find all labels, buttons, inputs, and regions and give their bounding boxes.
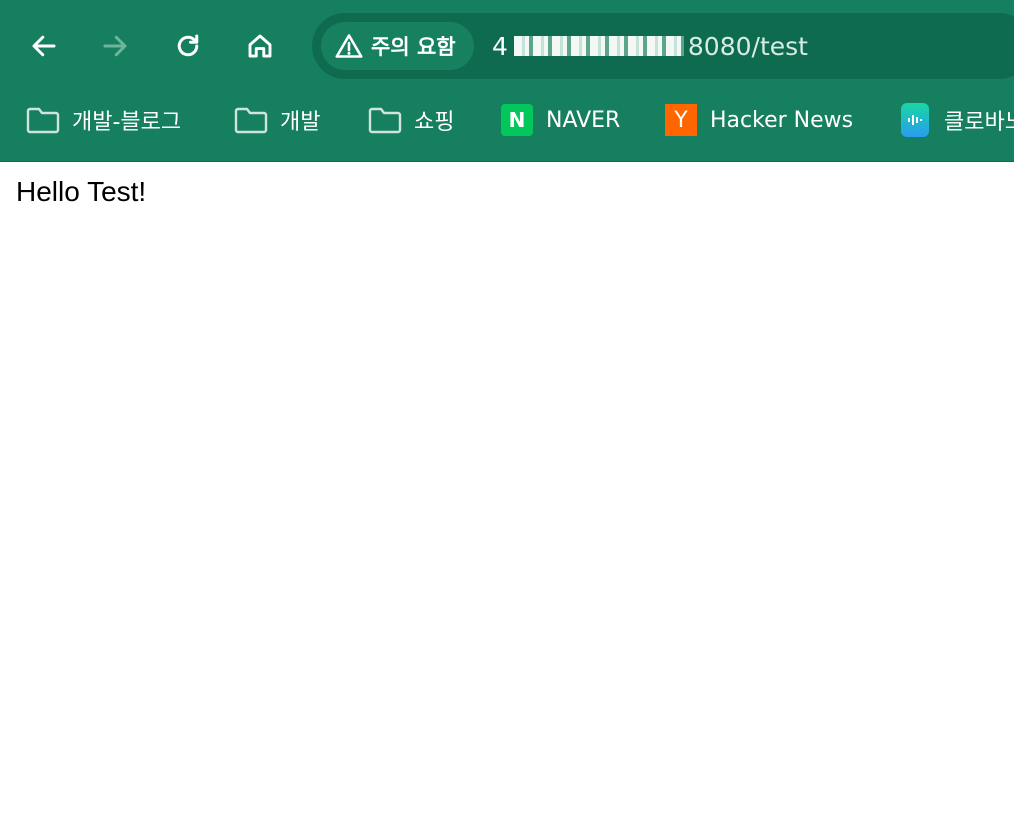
bookmark-folder-dev[interactable]: 개발: [234, 96, 320, 144]
bookmark-hacker-news[interactable]: Y Hacker News: [664, 96, 853, 144]
browser-toolbar: 주의 요함 4 8080 /test: [0, 10, 1014, 82]
forward-button[interactable]: [95, 26, 135, 66]
bookmark-label: 쇼핑: [414, 110, 455, 135]
bookmarks-bar: 개발-블로그 개발 쇼핑 N NAVER Y Hacker News 클로바: [0, 96, 1014, 144]
address-bar[interactable]: 주의 요함 4 8080 /test: [312, 13, 1014, 79]
bookmark-label: 개발-블로그: [72, 110, 182, 135]
bookmark-label: 개발: [280, 110, 321, 135]
page-body-text: Hello Test!: [16, 176, 147, 207]
bookmark-clova-note[interactable]: 클로바노: [898, 96, 1014, 144]
arrow-left-icon: [32, 35, 56, 57]
bookmark-label: 클로바노: [944, 110, 1014, 135]
hacker-news-logo-icon: Y: [664, 103, 698, 137]
security-label: 주의 요함: [371, 35, 456, 59]
security-indicator-button[interactable]: 주의 요함: [321, 22, 474, 70]
bookmark-naver[interactable]: N NAVER: [500, 96, 620, 144]
reload-icon: [177, 34, 199, 57]
bookmark-label: Hacker News: [710, 107, 854, 133]
url-path: /test: [751, 31, 808, 61]
redacted-url-segment: [513, 36, 684, 56]
naver-logo-icon: N: [500, 103, 534, 137]
bookmark-label: NAVER: [546, 107, 621, 133]
bookmark-folder-shopping[interactable]: 쇼핑: [368, 96, 454, 144]
home-button[interactable]: [240, 26, 280, 66]
url-text[interactable]: 4 8080 /test: [492, 13, 808, 79]
clova-note-logo-icon: [898, 103, 932, 137]
bookmark-folder-dev-blog[interactable]: 개발-블로그: [26, 96, 181, 144]
warning-triangle-icon: [335, 33, 363, 59]
page-content: Hello Test!: [0, 162, 1014, 818]
arrow-right-icon: [103, 35, 127, 57]
back-button[interactable]: [24, 26, 64, 66]
browser-chrome: 주의 요함 4 8080 /test 개발-블로그 개발 쇼핑 N NAVER …: [0, 0, 1014, 162]
folder-icon: [26, 103, 60, 137]
reload-button[interactable]: [168, 26, 208, 66]
url-host-suffix: 8080: [687, 31, 752, 61]
url-host-prefix: 4: [492, 31, 508, 61]
folder-icon: [368, 103, 402, 137]
home-icon: [248, 34, 272, 58]
naver-logo-text: N: [501, 104, 533, 136]
folder-icon: [234, 103, 268, 137]
hacker-news-logo-text: Y: [665, 104, 697, 136]
